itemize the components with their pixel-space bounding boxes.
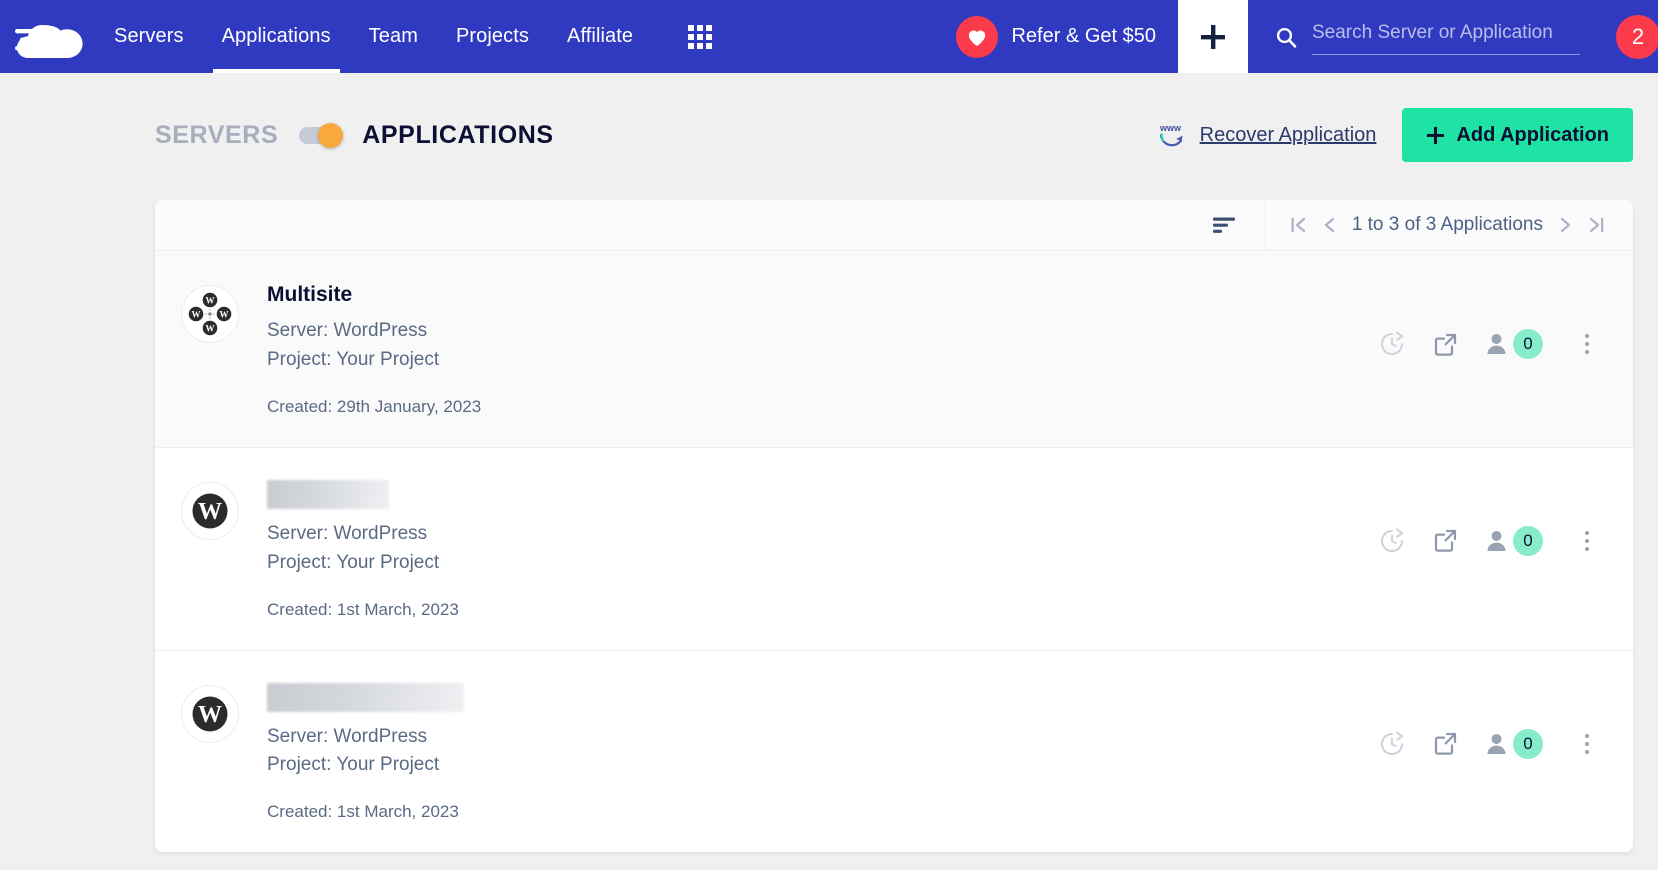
wordpress-icon: W bbox=[181, 684, 239, 743]
servers-applications-toggle: SERVERS APPLICATIONS bbox=[155, 121, 554, 150]
segment-servers[interactable]: SERVERS bbox=[155, 121, 278, 150]
application-name-redacted bbox=[267, 479, 389, 509]
search-input[interactable] bbox=[1312, 18, 1580, 55]
nav-item-team-label: Team bbox=[368, 25, 418, 47]
user-icon bbox=[1487, 530, 1506, 551]
application-created-date: Created: 1st March, 2023 bbox=[267, 802, 459, 822]
application-project: Project: Your Project bbox=[267, 348, 440, 370]
switch-knob bbox=[318, 122, 344, 148]
user-icon bbox=[1487, 733, 1506, 754]
application-server: Server: WordPress bbox=[267, 522, 428, 544]
application-users[interactable]: 0 bbox=[1486, 329, 1543, 359]
recover-application-label: Recover Application bbox=[1199, 123, 1377, 146]
application-users[interactable]: 0 bbox=[1486, 525, 1543, 556]
application-project: Project: Your Project bbox=[267, 754, 440, 776]
table-row[interactable]: W Server: WordPress Project: Your Projec… bbox=[155, 651, 1633, 853]
nav-item-applications-label: Applications bbox=[221, 25, 331, 47]
row-actions: 0 bbox=[1379, 728, 1589, 759]
primary-nav: Servers Applications Team Projects Affil… bbox=[95, 0, 652, 73]
notification-badge[interactable]: 2 bbox=[1616, 14, 1658, 59]
add-application-button[interactable]: Add Application bbox=[1402, 108, 1633, 162]
row-content: Server: WordPress Project: Your Project … bbox=[267, 681, 464, 823]
application-name: Multisite bbox=[267, 283, 353, 306]
nav-item-affiliate-label: Affiliate bbox=[567, 25, 634, 47]
svg-text:W: W bbox=[206, 296, 215, 306]
wordpress-icon: W bbox=[181, 481, 239, 540]
svg-text:W: W bbox=[198, 702, 222, 728]
add-new-button[interactable] bbox=[1178, 0, 1248, 73]
search-icon bbox=[1276, 27, 1297, 48]
plus-icon bbox=[1427, 126, 1445, 144]
clock-history-icon[interactable] bbox=[1379, 731, 1405, 757]
last-page-icon[interactable] bbox=[1588, 216, 1605, 234]
kebab-menu-icon[interactable] bbox=[1585, 530, 1589, 551]
global-search[interactable]: 2 bbox=[1248, 0, 1658, 73]
recover-application-link[interactable]: www Recover Application bbox=[1157, 120, 1377, 150]
previous-page-icon[interactable] bbox=[1323, 216, 1336, 234]
first-page-icon[interactable] bbox=[1290, 216, 1307, 234]
row-content: Multisite Server: WordPress Project: You… bbox=[267, 281, 481, 417]
page-header: SERVERS APPLICATIONS www Recover Applica… bbox=[0, 73, 1658, 200]
svg-text:W: W bbox=[192, 310, 201, 320]
top-navbar: Servers Applications Team Projects Affil… bbox=[0, 0, 1658, 73]
nav-item-applications[interactable]: Applications bbox=[203, 0, 350, 73]
add-application-label: Add Application bbox=[1456, 123, 1609, 146]
table-row[interactable]: W W W W Multisite Server: WordPress Proj… bbox=[155, 251, 1633, 448]
apps-grid-button[interactable] bbox=[652, 0, 734, 73]
external-link-icon[interactable] bbox=[1433, 731, 1458, 756]
refer-and-earn-button[interactable]: Refer & Get $50 bbox=[946, 0, 1178, 73]
cloudways-cloud-logo bbox=[14, 24, 83, 58]
next-page-icon[interactable] bbox=[1559, 216, 1572, 234]
pagination-label: 1 to 3 of 3 Applications bbox=[1351, 214, 1543, 235]
nav-item-servers-label: Servers bbox=[114, 25, 184, 47]
page-header-actions: www Recover Application Add Application bbox=[1157, 108, 1633, 162]
application-user-count: 0 bbox=[1513, 525, 1543, 556]
nav-item-projects-label: Projects bbox=[455, 25, 530, 47]
kebab-menu-icon[interactable] bbox=[1585, 733, 1589, 754]
kebab-menu-icon[interactable] bbox=[1585, 334, 1589, 354]
application-users[interactable]: 0 bbox=[1486, 728, 1543, 759]
applications-panel: 1 to 3 of 3 Applications W W W W Multisi… bbox=[155, 200, 1633, 853]
row-actions: 0 bbox=[1379, 525, 1589, 556]
application-server: Server: WordPress bbox=[267, 320, 428, 342]
svg-text:W: W bbox=[220, 310, 229, 320]
svg-text:W: W bbox=[198, 499, 222, 525]
external-link-icon[interactable] bbox=[1433, 332, 1458, 357]
heart-icon bbox=[956, 15, 999, 58]
www-restore-icon: www bbox=[1159, 123, 1183, 147]
application-user-count: 0 bbox=[1513, 329, 1543, 359]
svg-text:www: www bbox=[1159, 123, 1182, 133]
application-created-date: Created: 1st March, 2023 bbox=[267, 599, 459, 619]
application-user-count: 0 bbox=[1513, 728, 1543, 759]
application-created-date: Created: 29th January, 2023 bbox=[267, 396, 482, 416]
servers-apps-switch[interactable] bbox=[299, 122, 344, 148]
segment-applications[interactable]: APPLICATIONS bbox=[362, 121, 553, 150]
plus-icon bbox=[1201, 24, 1225, 49]
svg-text:W: W bbox=[206, 324, 215, 334]
search-field bbox=[1312, 0, 1580, 73]
user-icon bbox=[1487, 334, 1506, 354]
apps-grid-icon bbox=[688, 24, 713, 49]
row-actions: 0 bbox=[1379, 329, 1589, 359]
wordpress-multisite-icon: W W W W bbox=[181, 285, 239, 343]
panel-toolbar: 1 to 3 of 3 Applications bbox=[155, 200, 1633, 251]
table-row[interactable]: W Server: WordPress Project: Your Projec… bbox=[155, 448, 1633, 651]
nav-item-affiliate[interactable]: Affiliate bbox=[548, 0, 652, 73]
page-header-inner: SERVERS APPLICATIONS www Recover Applica… bbox=[155, 108, 1633, 162]
application-server: Server: WordPress bbox=[267, 725, 428, 747]
clock-history-icon[interactable] bbox=[1379, 331, 1405, 357]
pagination: 1 to 3 of 3 Applications bbox=[1264, 200, 1633, 250]
nav-item-servers[interactable]: Servers bbox=[95, 0, 203, 73]
cloudways-logo[interactable] bbox=[0, 0, 95, 73]
refer-label: Refer & Get $50 bbox=[1011, 25, 1156, 47]
row-content: Server: WordPress Project: Your Project … bbox=[267, 478, 459, 620]
nav-item-team[interactable]: Team bbox=[350, 0, 437, 73]
application-project: Project: Your Project bbox=[267, 551, 440, 573]
external-link-icon[interactable] bbox=[1433, 528, 1458, 553]
application-name-redacted bbox=[267, 682, 464, 712]
nav-item-projects[interactable]: Projects bbox=[437, 0, 548, 73]
clock-history-icon[interactable] bbox=[1379, 528, 1405, 554]
sort-lines-icon[interactable] bbox=[1187, 215, 1265, 235]
